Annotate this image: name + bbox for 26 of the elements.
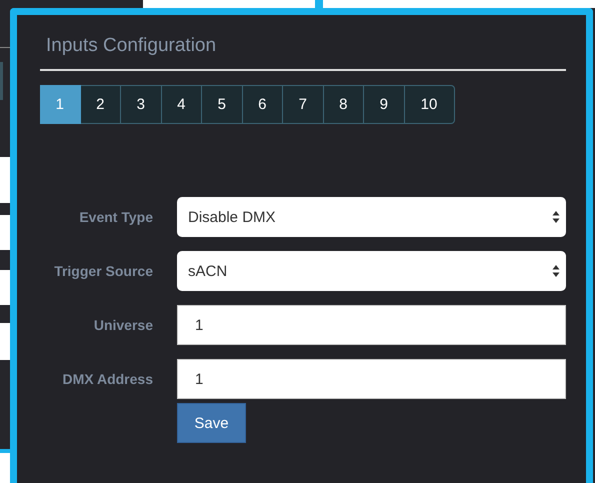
- background-panel: [0, 323, 10, 360]
- background-panel: [0, 62, 3, 100]
- page-tab[interactable]: 7: [283, 85, 324, 124]
- field-label: Universe: [92, 317, 153, 333]
- page-tab[interactable]: 8: [324, 85, 364, 124]
- dropdown[interactable]: Disable DMX: [177, 197, 566, 237]
- save-button[interactable]: Save: [177, 403, 246, 443]
- input-field[interactable]: 1: [177, 359, 566, 399]
- page-tab[interactable]: 3: [121, 85, 162, 124]
- page-tab[interactable]: 2: [80, 85, 121, 124]
- page-tab[interactable]: 6: [242, 85, 283, 124]
- field-label: Trigger Source: [53, 263, 153, 279]
- dropdown[interactable]: sACN: [177, 251, 566, 291]
- input-field[interactable]: 1: [177, 305, 566, 345]
- page-tab[interactable]: 4: [162, 85, 202, 124]
- dialog-title: Inputs Configuration: [46, 35, 218, 58]
- background-panel: [0, 270, 10, 305]
- select-arrows-icon: [552, 264, 560, 278]
- field-label: DMX Address: [61, 371, 153, 387]
- background-panel: [0, 215, 10, 250]
- page-tab[interactable]: 9: [364, 85, 404, 124]
- background-panel: [0, 453, 10, 483]
- field-label: Event Type: [78, 209, 153, 225]
- page-tab[interactable]: 5: [202, 85, 242, 124]
- select-arrows-icon: [552, 210, 560, 224]
- background-panel: [0, 157, 10, 203]
